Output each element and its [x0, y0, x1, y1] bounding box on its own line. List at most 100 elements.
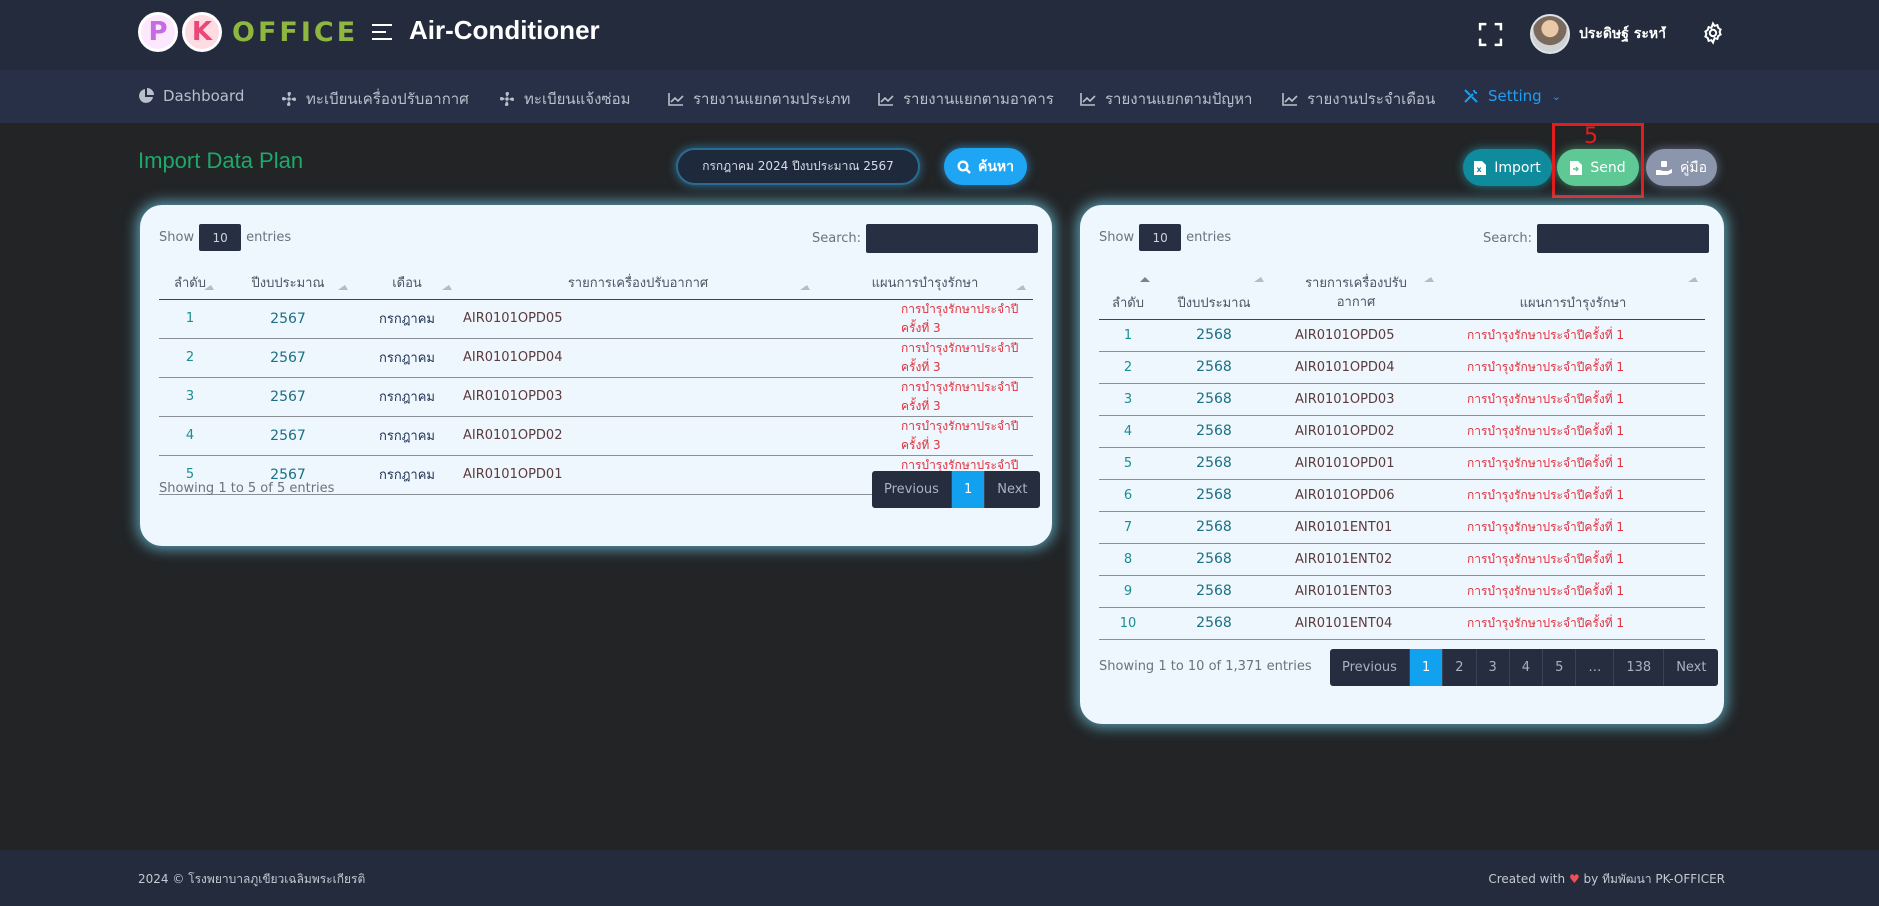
cell-number: 7 — [1099, 511, 1157, 544]
page-3-button[interactable]: 3 — [1477, 649, 1510, 686]
cell-month: กรกฎาคม — [355, 455, 459, 495]
chevron-down-icon[interactable]: ▾ — [1661, 22, 1667, 35]
page-length-select[interactable]: 10 — [199, 224, 242, 251]
cell-budget-year: 2568 — [1157, 351, 1271, 384]
page-length-select[interactable]: 10 — [1139, 224, 1182, 251]
cell-ac-item: AIR0101OPD04 — [1271, 351, 1441, 384]
nav-item-monthly-report[interactable]: รายงานประจำเดือน — [1282, 87, 1435, 111]
cell-number: 3 — [1099, 383, 1157, 416]
table-row[interactable]: 2 2567 กรกฎาคม AIR0101OPD04 การบำรุงรักษาประ… — [159, 338, 1033, 378]
nav-item-report-by-problem[interactable]: รายงานแยกตามปัญหา — [1080, 87, 1252, 111]
next-page-button[interactable]: Next — [985, 471, 1039, 508]
avatar[interactable] — [1530, 14, 1570, 54]
cell-month: กรกฎาคม — [355, 416, 459, 456]
cell-ac-item: AIR0101OPD05 — [1271, 319, 1441, 352]
cell-budget-year: 2568 — [1157, 383, 1271, 416]
logo-text: OFFICE — [232, 16, 359, 48]
table-row[interactable]: 9 2568 AIR0101ENT03 การบำรุงรักษาประจำปีครั… — [1099, 575, 1705, 608]
page-138-button[interactable]: 138 — [1614, 649, 1665, 686]
page-1-button[interactable]: 1 — [951, 471, 986, 508]
column-header-ac-item[interactable]: รายการเครื่องปรับอากาศ — [1271, 267, 1441, 320]
nav-item-report-by-type[interactable]: รายงานแยกตามประเภท — [668, 87, 850, 111]
cell-ac-item: AIR0101OPD01 — [1271, 447, 1441, 480]
column-header-month[interactable]: เดือน — [355, 267, 459, 300]
table-search: Search: — [812, 224, 1039, 253]
excel-icon: x — [1474, 160, 1487, 175]
next-page-button[interactable]: Next — [1664, 649, 1718, 686]
table-search-input[interactable] — [866, 224, 1039, 253]
cell-number: 4 — [159, 416, 221, 456]
table-row[interactable]: 10 2568 AIR0101ENT04 การบำรุงรักษาประจำปีคร… — [1099, 607, 1705, 640]
nav-item-report-by-building[interactable]: รายงานแยกตามอาคาร — [878, 87, 1054, 111]
table-row[interactable]: 5 2568 AIR0101OPD01 การบำรุงรักษาประจำปีครั… — [1099, 447, 1705, 480]
cell-number: 9 — [1099, 575, 1157, 608]
table-row[interactable]: 1 2567 กรกฎาคม AIR0101OPD05 การบำรุงรักษาประ… — [159, 299, 1033, 339]
previous-page-button[interactable]: Previous — [872, 471, 952, 508]
page-5-button[interactable]: 5 — [1543, 649, 1577, 686]
logo-p-badge: P — [138, 12, 178, 52]
cell-ac-item: AIR0101OPD02 — [459, 416, 817, 456]
cell-maintenance-plan: การบำรุงรักษาประจำปีครั้งที่ 1 — [1441, 415, 1705, 448]
cell-number: 8 — [1099, 543, 1157, 576]
table-row[interactable]: 4 2567 กรกฎาคม AIR0101OPD02 การบำรุงรักษาประ… — [159, 416, 1033, 456]
table-row[interactable]: 8 2568 AIR0101ENT02 การบำรุงรักษาประจำปีครั… — [1099, 543, 1705, 576]
nav-item-label: ทะเบียนแจ้งซ่อม — [524, 90, 631, 108]
gear-icon[interactable] — [1701, 21, 1725, 45]
page-1-button[interactable]: 1 — [1409, 649, 1444, 686]
user-name[interactable]: ประดิษฐ์ ระหา — [1579, 23, 1666, 45]
table-search-input[interactable] — [1537, 224, 1710, 253]
existing-plan-card: Show 10 entries Search: ลำดับ ปีงบประมาณ… — [1080, 205, 1724, 724]
cell-number: 10 — [1099, 607, 1157, 640]
cell-ac-item: AIR0101OPD01 — [459, 455, 817, 495]
nav-item-label: รายงานแยกตามปัญหา — [1105, 90, 1253, 108]
cell-ac-item: AIR0101OPD05 — [459, 299, 817, 339]
table-row[interactable]: 2 2568 AIR0101OPD04 การบำรุงรักษาประจำปีครั… — [1099, 351, 1705, 384]
table-row[interactable]: 4 2568 AIR0101OPD02 การบำรุงรักษาประจำปีครั… — [1099, 415, 1705, 448]
column-header-ac-item[interactable]: รายการเครื่องปรับอากาศ — [459, 267, 817, 300]
nav-item-setting[interactable]: Setting ⌄ — [1463, 87, 1561, 105]
nav-item-dashboard[interactable]: Dashboard — [138, 87, 244, 105]
logo-k-badge: K — [182, 12, 222, 52]
import-button[interactable]: x Import — [1463, 149, 1552, 186]
manual-button[interactable]: คู่มือ — [1646, 149, 1717, 186]
column-header-maintenance-plan[interactable]: แผนการบำรุงรักษา — [1441, 267, 1705, 320]
nav-item-repair-registry[interactable]: ทะเบียนแจ้งซ่อม — [499, 87, 631, 111]
cell-maintenance-plan: การบำรุงรักษาประจำปีครั้งที่ 1 — [1441, 607, 1705, 640]
footer-credit-prefix: Created with — [1488, 872, 1566, 886]
cell-maintenance-plan: การบำรุงรักษาประจำปีครั้งที่ 1 — [1441, 543, 1705, 576]
cell-maintenance-plan: การบำรุงรักษาประจำปีครั้งที่ 1 — [1441, 319, 1705, 352]
cell-maintenance-plan: การบำรุงรักษาประจำปีครั้งที่ 3 — [817, 416, 1033, 456]
main-nav: Dashboard ทะเบียนเครื่องปรับอากาศ ทะเบีย… — [0, 70, 1879, 123]
footer-credit: Created with ♥ by ทีมพัฒนา PK-OFFICER — [1488, 870, 1725, 889]
app-title: Air-Conditioner — [409, 15, 600, 45]
previous-page-button[interactable]: Previous — [1330, 649, 1410, 686]
search-button[interactable]: ค้นหา — [944, 148, 1027, 185]
table-row[interactable]: 3 2568 AIR0101OPD03 การบำรุงรักษาประจำปีครั… — [1099, 383, 1705, 416]
cell-number: 2 — [159, 338, 221, 378]
column-header-number[interactable]: ลำดับ — [159, 267, 221, 300]
pagination: Previous 1 2 3 4 5… 138 Next — [1330, 649, 1719, 686]
table-row[interactable]: 7 2568 AIR0101ENT01 การบำรุงรักษาประจำปีครั… — [1099, 511, 1705, 544]
menu-icon[interactable] — [372, 24, 392, 42]
column-header-number[interactable]: ลำดับ — [1099, 267, 1157, 320]
column-header-budget-year[interactable]: ปีงบประมาณ — [1157, 267, 1271, 320]
cell-ac-item: AIR0101ENT03 — [1271, 575, 1441, 608]
cell-budget-year: 2568 — [1157, 319, 1271, 352]
search-icon — [957, 159, 971, 174]
table-row[interactable]: 1 2568 AIR0101OPD05 การบำรุงรักษาประจำปีครั… — [1099, 319, 1705, 352]
cell-budget-year: 2567 — [221, 377, 355, 417]
table-row[interactable]: 3 2567 กรกฎาคม AIR0101OPD03 การบำรุงรักษาประ… — [159, 377, 1033, 417]
page-4-button[interactable]: 4 — [1510, 649, 1544, 686]
table-search: Search: — [1483, 224, 1710, 253]
column-header-budget-year[interactable]: ปีงบประมาณ — [221, 267, 355, 300]
nav-item-ac-registry[interactable]: ทะเบียนเครื่องปรับอากาศ — [281, 87, 469, 111]
table-row[interactable]: 6 2568 AIR0101OPD06 การบำรุงรักษาประจำปีครั… — [1099, 479, 1705, 512]
column-header-maintenance-plan[interactable]: แผนการบำรุงรักษา — [817, 267, 1033, 300]
fullscreen-icon[interactable] — [1478, 22, 1503, 47]
cell-month: กรกฎาคม — [355, 377, 459, 417]
show-label: Show — [1099, 230, 1135, 245]
page-title: Import Data Plan — [138, 148, 304, 173]
app-logo[interactable]: P K OFFICE — [138, 12, 358, 52]
month-budget-year-select[interactable]: กรกฎาคม 2024 ปีงบประมาณ 2567 — [676, 148, 920, 185]
page-2-button[interactable]: 2 — [1443, 649, 1477, 686]
